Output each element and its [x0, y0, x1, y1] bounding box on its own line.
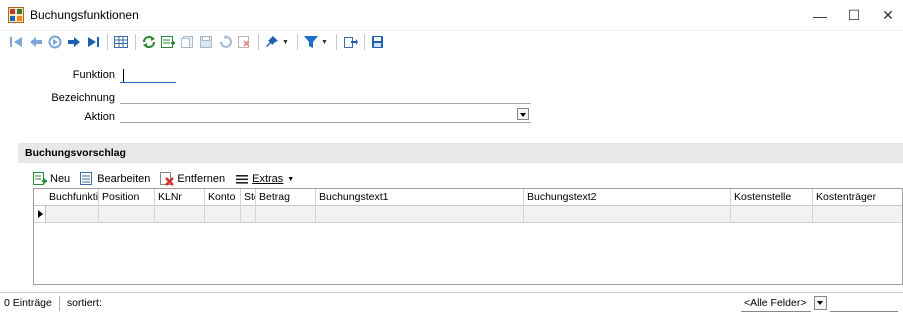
chevron-down-icon[interactable] [517, 108, 529, 120]
column-header-klnr[interactable]: KLNr [155, 189, 205, 206]
extras-dropdown-icon: ▼ [287, 175, 295, 183]
remove-button[interactable]: Entfernen [160, 172, 225, 186]
status-bar: 0 Einträge sortiert: <Alle Felder> [0, 292, 903, 313]
filter-dropdown-icon[interactable]: ▼ [321, 39, 328, 46]
aktion-select[interactable] [120, 107, 531, 123]
group-header: Buchungsvorschlag [18, 143, 903, 163]
remove-icon [160, 172, 175, 186]
export-icon[interactable] [341, 33, 359, 51]
table-cell[interactable] [731, 206, 813, 222]
text-cursor [123, 69, 124, 82]
print-icon[interactable] [369, 33, 387, 51]
funktion-label: Funktion [72, 69, 115, 81]
edit-button[interactable]: Bearbeiten [80, 172, 150, 186]
grid-header: Buchfunktion Position KLNr Konto Steuer … [34, 189, 902, 206]
new-label: Neu [50, 173, 71, 185]
new-record-icon[interactable] [159, 33, 177, 51]
pin-dropdown-icon[interactable]: ▼ [282, 39, 289, 46]
edit-icon [80, 172, 94, 186]
toolbar-separator [107, 34, 108, 50]
edit-label: Bearbeiten [97, 173, 151, 185]
main-toolbar: ▼ ▼ [0, 31, 903, 53]
refresh-icon[interactable] [140, 33, 158, 51]
table-cell[interactable] [524, 206, 731, 222]
undo-icon[interactable] [216, 33, 234, 51]
toolbar-separator [258, 34, 259, 50]
window-title: Buchungsfunktionen [30, 8, 139, 22]
save-icon[interactable] [197, 33, 215, 51]
status-separator [58, 295, 60, 311]
column-header-steuer[interactable]: Steuer [241, 189, 256, 206]
copy-record-icon[interactable] [178, 33, 196, 51]
app-icon [8, 7, 24, 23]
column-header-position[interactable]: Position [99, 189, 155, 206]
table-cell[interactable] [256, 206, 316, 222]
column-header-betrag[interactable]: Betrag [256, 189, 316, 206]
next-record-icon[interactable] [65, 33, 83, 51]
pin-icon[interactable] [263, 33, 281, 51]
table-cell[interactable] [155, 206, 205, 222]
column-header-buchfunktion[interactable]: Buchfunktion [46, 189, 99, 206]
close-button[interactable]: ✕ [865, 0, 903, 31]
aktion-label: Aktion [84, 111, 115, 123]
new-button[interactable]: Neu [33, 172, 70, 186]
booking-grid[interactable]: Buchfunktion Position KLNr Konto Steuer … [33, 188, 903, 285]
new-icon [33, 172, 47, 186]
bezeichnung-input[interactable] [120, 88, 531, 104]
filter-icon[interactable] [302, 33, 320, 51]
record-count: 0 Einträge [4, 297, 52, 309]
go-icon[interactable] [46, 33, 64, 51]
field-filter-select[interactable]: <Alle Felder> [741, 296, 811, 312]
last-record-icon[interactable] [84, 33, 102, 51]
search-input[interactable] [830, 296, 898, 312]
toolbar-separator [135, 34, 136, 50]
remove-label: Entfernen [177, 173, 226, 185]
toolbar-separator [296, 34, 298, 50]
table-cell[interactable] [241, 206, 256, 222]
title-bar: Buchungsfunktionen — ☐ ✕ [0, 0, 903, 31]
table-cell[interactable] [813, 206, 902, 222]
table-cell[interactable] [99, 206, 155, 222]
toolbar-separator [335, 34, 337, 50]
grid-toolbar: Neu Bearbeiten Entfernen Extras ▼ [33, 170, 304, 188]
funktion-input[interactable] [120, 67, 176, 83]
first-record-icon[interactable] [8, 33, 26, 51]
column-header-buchungstext1[interactable]: Buchungstext1 [316, 189, 524, 206]
menu-icon [235, 172, 249, 186]
table-cell[interactable] [205, 206, 241, 222]
column-header-konto[interactable]: Konto [205, 189, 241, 206]
sort-label: sortiert: [66, 297, 102, 309]
toolbar-separator [363, 34, 365, 50]
bezeichnung-label: Bezeichnung [51, 92, 115, 104]
extras-button[interactable]: Extras ▼ [235, 172, 294, 186]
column-header-buchungstext2[interactable]: Buchungstext2 [524, 189, 731, 206]
column-header-kostentraeger[interactable]: Kostenträger [813, 189, 902, 206]
chevron-down-icon[interactable] [814, 296, 827, 310]
row-indicator-icon [34, 206, 46, 222]
previous-record-icon[interactable] [27, 33, 45, 51]
delete-icon[interactable] [235, 33, 253, 51]
table-cell[interactable] [46, 206, 99, 222]
table-view-icon[interactable] [112, 33, 130, 51]
table-row[interactable] [34, 206, 902, 223]
extras-label: Extras [252, 173, 284, 185]
column-header-kostenstelle[interactable]: Kostenstelle [731, 189, 813, 206]
table-cell[interactable] [316, 206, 524, 222]
